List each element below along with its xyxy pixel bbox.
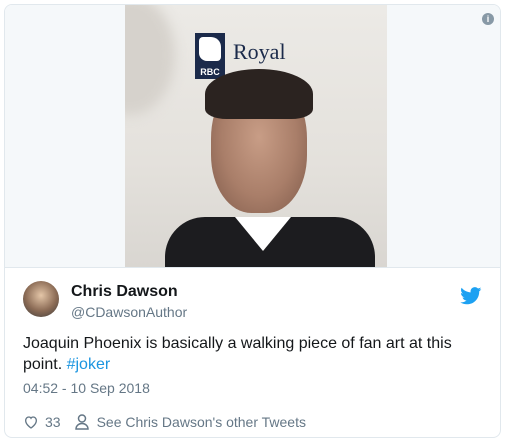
bank-logo-text: Royal xyxy=(233,39,286,64)
heart-icon[interactable] xyxy=(23,414,39,430)
photo-subject xyxy=(161,69,375,267)
info-icon[interactable]: i xyxy=(482,13,494,25)
twitter-bird-icon[interactable] xyxy=(460,287,482,305)
hashtag-link[interactable]: #joker xyxy=(67,356,111,373)
tweet-actions: 33 See Chris Dawson's other Tweets xyxy=(23,412,306,432)
user-icon xyxy=(74,414,89,430)
tweet-media[interactable]: RBC Royal i xyxy=(5,5,500,268)
lion-emblem xyxy=(199,37,221,61)
author-name[interactable]: Chris Dawson xyxy=(71,283,178,301)
tweet-photo[interactable]: RBC Royal xyxy=(125,5,387,267)
avatar[interactable] xyxy=(23,281,59,317)
other-tweets-link[interactable]: See Chris Dawson's other Tweets xyxy=(97,414,306,430)
like-count[interactable]: 33 xyxy=(45,414,61,430)
author-handle[interactable]: @CDawsonAuthor xyxy=(71,304,187,320)
tweet-card: RBC Royal i Chris Dawson @CDawsonAuthor … xyxy=(4,4,501,438)
subject-hair xyxy=(205,69,313,119)
tweet-timestamp[interactable]: 04:52 - 10 Sep 2018 xyxy=(23,380,150,396)
tweet-text: Joaquin Phoenix is basically a walking p… xyxy=(23,333,483,375)
